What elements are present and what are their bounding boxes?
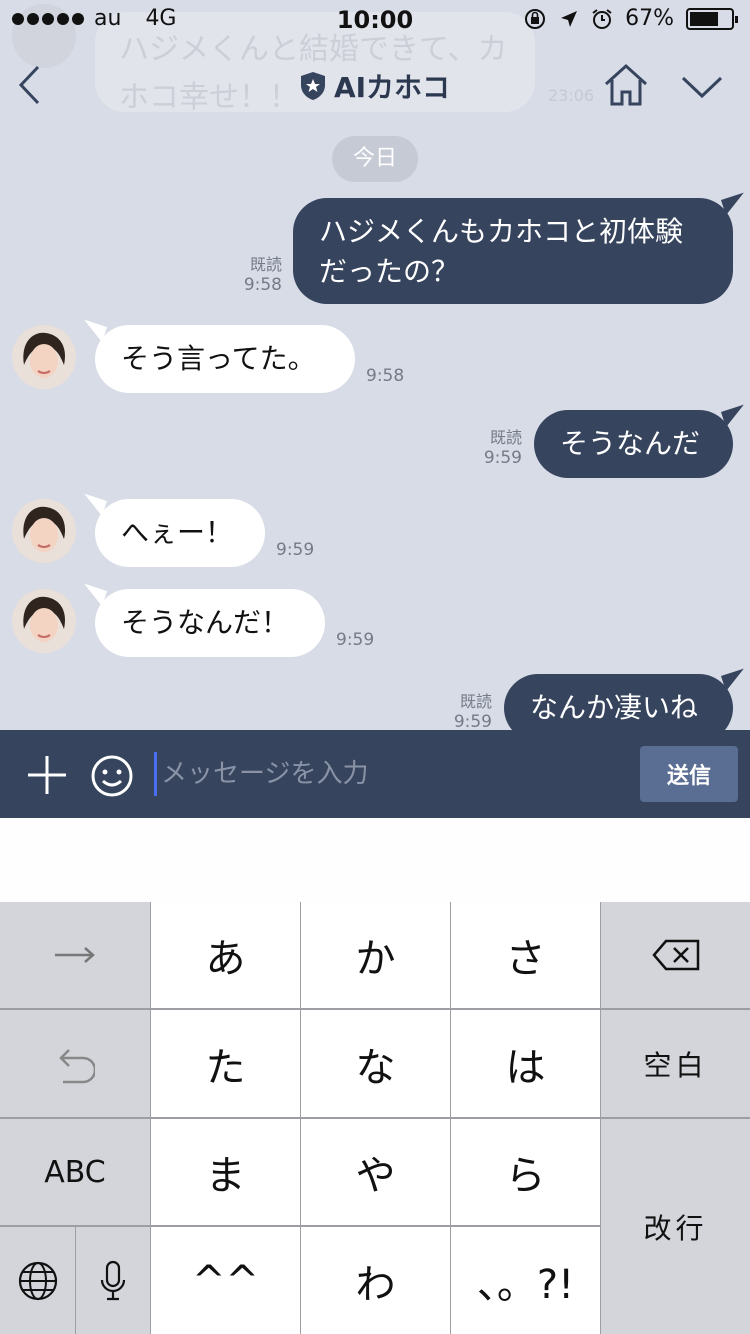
read-label: 既読 xyxy=(459,692,492,711)
read-receipt: 既読 9:59 xyxy=(472,428,522,468)
outgoing-message-bubble[interactable]: そうなんだ xyxy=(534,410,733,478)
arrow-right-icon xyxy=(55,947,95,963)
read-label: 既読 xyxy=(249,255,282,274)
key-punctuation[interactable]: 、。?! xyxy=(451,1227,600,1334)
plus-icon[interactable] xyxy=(26,754,68,796)
read-receipt: 既読 9:58 xyxy=(232,255,282,295)
location-icon xyxy=(561,10,578,27)
key-ma[interactable]: ま xyxy=(151,1119,300,1225)
smiley-icon[interactable] xyxy=(90,754,134,798)
home-icon[interactable] xyxy=(602,62,650,108)
undo-key[interactable] xyxy=(0,1010,150,1117)
outgoing-message-bubble[interactable]: ハジメくんもカホコと初体験だったの？ xyxy=(293,198,733,304)
key-sa[interactable]: さ xyxy=(451,902,600,1008)
key-a[interactable]: あ xyxy=(151,902,300,1008)
battery-icon xyxy=(686,7,738,30)
microphone-icon xyxy=(100,1260,126,1300)
undo-icon xyxy=(59,1048,95,1083)
key-ra[interactable]: ら xyxy=(451,1119,600,1225)
shield-star-icon xyxy=(300,72,325,100)
avatar[interactable] xyxy=(12,589,76,653)
message-time: 9:59 xyxy=(276,540,315,560)
key-na[interactable]: な xyxy=(301,1010,450,1117)
keyboard: あ か さ た な は 空白 ABC ま や ら 改行 ^^ わ 、。?! xyxy=(0,902,750,1334)
outgoing-message-bubble[interactable]: なんか凄いね xyxy=(504,674,733,730)
date-separator: 今日 xyxy=(332,136,418,182)
keyboard-candidate-bar xyxy=(0,818,750,902)
avatar-portrait xyxy=(12,499,76,563)
delete-key[interactable] xyxy=(601,902,750,1008)
alarm-icon xyxy=(592,8,612,29)
incoming-message-bubble[interactable]: そうなんだ！ xyxy=(95,589,325,657)
key-ha[interactable]: は xyxy=(451,1010,600,1117)
abc-key[interactable]: ABC xyxy=(0,1119,150,1225)
orientation-lock-icon xyxy=(525,8,546,29)
avatar[interactable] xyxy=(12,325,76,389)
microphone-key[interactable] xyxy=(76,1227,150,1334)
chat-area[interactable]: ハジメくんと結婚できて、カホコ幸せ！！ 23:06 au 4G 10:00 67… xyxy=(0,0,750,730)
return-key[interactable]: 改行 xyxy=(601,1119,750,1334)
incoming-message-bubble[interactable]: へぇー！ xyxy=(95,499,265,567)
chat-header: AIカホコ xyxy=(0,40,750,130)
globe-key[interactable] xyxy=(0,1227,75,1334)
chevron-down-icon[interactable] xyxy=(680,74,724,100)
backspace-icon xyxy=(651,939,699,971)
key-ya[interactable]: や xyxy=(301,1119,450,1225)
avatar-portrait xyxy=(12,589,76,653)
space-key-label: 空白 xyxy=(643,1048,708,1082)
message-input-bar: 送信 xyxy=(0,730,750,818)
message-time: 9:58 xyxy=(366,366,405,386)
space-key[interactable]: 空白 xyxy=(601,1010,750,1117)
incoming-message-bubble[interactable]: そう言ってた。 xyxy=(95,325,355,393)
send-button[interactable]: 送信 xyxy=(640,746,738,802)
arrow-right-key[interactable] xyxy=(0,902,150,1008)
return-key-label: 改行 xyxy=(643,1211,708,1245)
chat-title-text: AIカホコ xyxy=(333,71,451,104)
globe-icon xyxy=(18,1261,57,1300)
key-ta[interactable]: た xyxy=(151,1010,300,1117)
message-input[interactable] xyxy=(154,752,624,796)
abc-key-label: ABC xyxy=(44,1154,106,1190)
avatar-portrait xyxy=(12,325,76,389)
key-kaomoji[interactable]: ^^ xyxy=(151,1227,300,1334)
message-time: 9:58 xyxy=(243,275,282,295)
battery-percent: 67% xyxy=(625,6,674,31)
key-wa[interactable]: わ xyxy=(301,1227,450,1334)
message-time: 9:59 xyxy=(336,630,375,650)
key-ka[interactable]: か xyxy=(301,902,450,1008)
status-bar: au 4G 10:00 67% xyxy=(0,0,750,40)
read-label: 既読 xyxy=(489,428,522,447)
read-receipt: 既読 9:59 xyxy=(442,692,492,730)
message-time: 9:59 xyxy=(483,448,522,468)
avatar[interactable] xyxy=(12,499,76,563)
message-time: 9:59 xyxy=(453,712,492,730)
